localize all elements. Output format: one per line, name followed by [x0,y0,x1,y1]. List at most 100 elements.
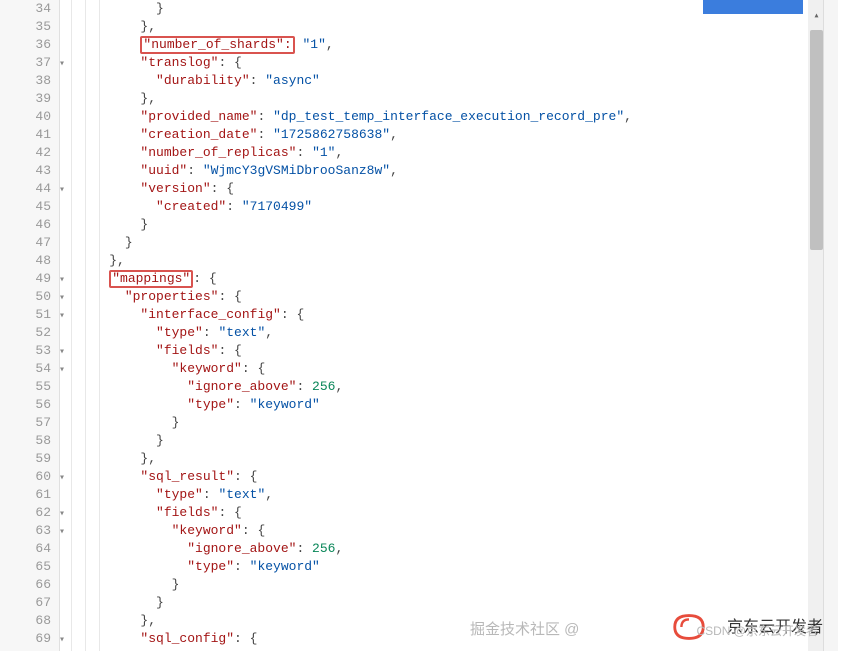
code-line[interactable]: "type": "keyword" [78,558,858,576]
key-token: "fields" [156,343,218,358]
punct-token: : [257,109,273,124]
string-token: "1" [312,145,335,160]
code-line[interactable]: "fields": { [78,342,858,360]
punct-token: : [257,127,273,142]
code-line[interactable]: "created": "7170499" [78,198,858,216]
key-token: "type" [156,325,203,340]
punct-token: : [296,379,312,394]
code-line[interactable]: "number_of_shards": "1", [78,36,858,54]
code-line[interactable]: } [78,576,858,594]
code-line[interactable]: "type": "keyword" [78,396,858,414]
line-number: 59 [0,450,51,468]
line-number: 45 [0,198,51,216]
punct-token: : { [193,271,216,286]
code-line[interactable]: "interface_config": { [78,306,858,324]
key-token: "provided_name" [140,109,257,124]
punct-token: } [156,1,164,16]
code-line[interactable]: "keyword": { [78,522,858,540]
code-line[interactable]: "type": "text", [78,324,858,342]
code-line[interactable]: } [78,216,858,234]
string-token: "dp_test_temp_interface_execution_record… [273,109,624,124]
code-line[interactable]: }, [78,18,858,36]
code-editor[interactable]: 34353637▾38394041424344▾4546474849▾50▾51… [0,0,858,651]
punct-token: : [296,541,312,556]
code-line[interactable]: "version": { [78,180,858,198]
highlighted-key: "number_of_shards": [140,36,294,54]
line-number: 48 [0,252,51,270]
punct-token: }, [140,451,156,466]
key-token: "interface_config" [140,307,280,322]
line-number: 52 [0,324,51,342]
line-number: 35 [0,18,51,36]
punct-token: : { [218,289,241,304]
line-number: 67 [0,594,51,612]
scrollbar[interactable]: ▴ ▾ [808,0,823,651]
code-line[interactable]: "ignore_above": 256, [78,540,858,558]
line-number: 36 [0,36,51,54]
line-number: 50▾ [0,288,51,306]
code-line[interactable]: "translog": { [78,54,858,72]
scrollbar-thumb[interactable] [810,30,823,250]
punct-token: }, [140,91,156,106]
action-button[interactable] [703,0,803,14]
punct-token: , [265,325,273,340]
key-token: "type" [187,397,234,412]
code-line[interactable]: "uuid": "WjmcY3gVSMiDbrooSanz8w", [78,162,858,180]
punct-token: } [172,577,180,592]
code-line[interactable]: }, [78,252,858,270]
string-token: "text" [218,487,265,502]
key-token: "fields" [156,505,218,520]
number-token: 256 [312,379,335,394]
code-line[interactable]: "creation_date": "1725862758638", [78,126,858,144]
punct-token: , [265,487,273,502]
code-line[interactable]: "keyword": { [78,360,858,378]
code-line[interactable]: "durability": "async" [78,72,858,90]
punct-token: : [187,163,203,178]
code-line[interactable]: } [78,234,858,252]
string-token: "1725862758638" [273,127,390,142]
line-number: 38 [0,72,51,90]
watermark-csdn: CSDN @京东云开发者 [696,622,818,639]
code-line[interactable]: }, [78,450,858,468]
code-line[interactable]: "fields": { [78,504,858,522]
code-line[interactable]: } [78,594,858,612]
code-line[interactable]: }, [78,90,858,108]
line-number: 41 [0,126,51,144]
string-token: "text" [218,325,265,340]
line-number: 61 [0,486,51,504]
code-line[interactable]: "ignore_above": 256, [78,378,858,396]
punct-token: , [326,37,334,52]
string-token: "keyword" [250,559,320,574]
code-line[interactable]: } [78,414,858,432]
key-token: "durability" [156,73,250,88]
line-number: 55 [0,378,51,396]
key-token: "sql_result" [140,469,234,484]
key-token: "keyword" [172,523,242,538]
line-number: 37▾ [0,54,51,72]
line-number: 34 [0,0,51,18]
code-line[interactable]: "sql_result": { [78,468,858,486]
line-number: 51▾ [0,306,51,324]
punct-token: : { [281,307,304,322]
code-line[interactable]: "provided_name": "dp_test_temp_interface… [78,108,858,126]
code-line[interactable]: "number_of_replicas": "1", [78,144,858,162]
punct-token: : { [218,505,241,520]
string-token: "WjmcY3gVSMiDbrooSanz8w" [203,163,390,178]
code-line[interactable]: } [78,432,858,450]
line-number: 57 [0,414,51,432]
code-line[interactable]: "type": "text", [78,486,858,504]
code-content[interactable]: } }, "number_of_shards": "1", "translog"… [60,0,858,651]
punct-token: , [335,541,343,556]
line-number: 39 [0,90,51,108]
scroll-up-icon[interactable]: ▴ [810,10,823,23]
line-number: 58 [0,432,51,450]
punct-token: : [234,397,250,412]
punct-token: , [390,163,398,178]
punct-token: : { [218,343,241,358]
line-number: 49▾ [0,270,51,288]
string-token: "keyword" [250,397,320,412]
punct-token: : [203,325,219,340]
code-line[interactable]: "properties": { [78,288,858,306]
watermark-juejin: 掘金技术社区 @ [470,618,579,639]
code-line[interactable]: "mappings": { [78,270,858,288]
